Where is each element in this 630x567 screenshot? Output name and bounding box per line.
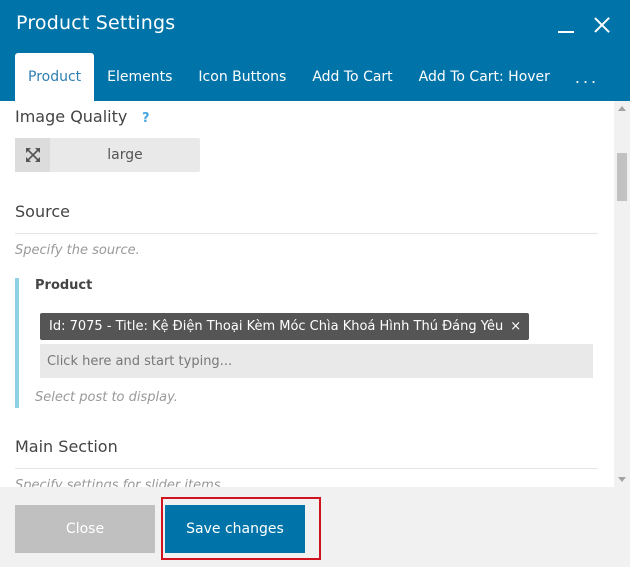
minimize-icon[interactable] bbox=[556, 14, 576, 36]
dialog-footer: Close Save changes bbox=[0, 487, 630, 567]
tab-add-to-cart[interactable]: Add To Cart bbox=[299, 53, 405, 101]
image-quality-label: Image Quality bbox=[15, 107, 128, 126]
remove-tag-icon[interactable]: × bbox=[510, 319, 521, 334]
accent-bar bbox=[15, 278, 19, 408]
scrollbar[interactable] bbox=[614, 101, 630, 487]
expand-icon bbox=[15, 138, 50, 172]
selected-product-tag: Id: 7075 - Title: Kệ Điện Thoại Kèm Móc … bbox=[40, 313, 530, 340]
main-section-description: Specify settings for slider items. bbox=[15, 478, 225, 487]
scroll-thumb[interactable] bbox=[617, 153, 627, 201]
source-description: Specify the source. bbox=[15, 243, 140, 258]
main-section-divider bbox=[15, 468, 598, 469]
product-search-input[interactable] bbox=[40, 344, 593, 378]
image-quality-select[interactable]: large bbox=[15, 138, 200, 172]
main-section-title: Main Section bbox=[15, 437, 118, 456]
tab-icon-buttons[interactable]: Icon Buttons bbox=[185, 53, 299, 101]
scroll-down-icon[interactable] bbox=[618, 477, 626, 482]
tab-add-to-cart-hover[interactable]: Add To Cart: Hover bbox=[406, 53, 563, 101]
more-tabs-button[interactable]: ... bbox=[567, 53, 607, 101]
product-label: Product bbox=[35, 278, 93, 293]
dialog-title: Product Settings bbox=[16, 12, 176, 34]
source-divider bbox=[15, 233, 598, 234]
image-quality-value: large bbox=[107, 147, 143, 163]
dialog-header: Product Settings Product Elements Icon B… bbox=[0, 0, 630, 101]
tab-bar: Product Elements Icon Buttons Add To Car… bbox=[15, 53, 563, 101]
selected-product-text: Id: 7075 - Title: Kệ Điện Thoại Kèm Móc … bbox=[49, 319, 504, 334]
save-changes-button[interactable]: Save changes bbox=[165, 505, 305, 553]
close-button[interactable]: Close bbox=[15, 505, 155, 553]
close-icon[interactable] bbox=[592, 14, 612, 36]
window-controls bbox=[556, 14, 612, 36]
source-section-title: Source bbox=[15, 202, 70, 221]
help-icon[interactable]: ? bbox=[142, 111, 150, 126]
product-field: Product Id: 7075 - Title: Kệ Điện Thoại … bbox=[15, 278, 605, 408]
dialog-content: Image Quality ? large Source Specify the… bbox=[0, 101, 630, 487]
product-hint: Select post to display. bbox=[35, 390, 178, 405]
tab-product[interactable]: Product bbox=[15, 53, 95, 101]
tab-elements[interactable]: Elements bbox=[94, 53, 185, 101]
scroll-up-icon[interactable] bbox=[618, 106, 626, 111]
